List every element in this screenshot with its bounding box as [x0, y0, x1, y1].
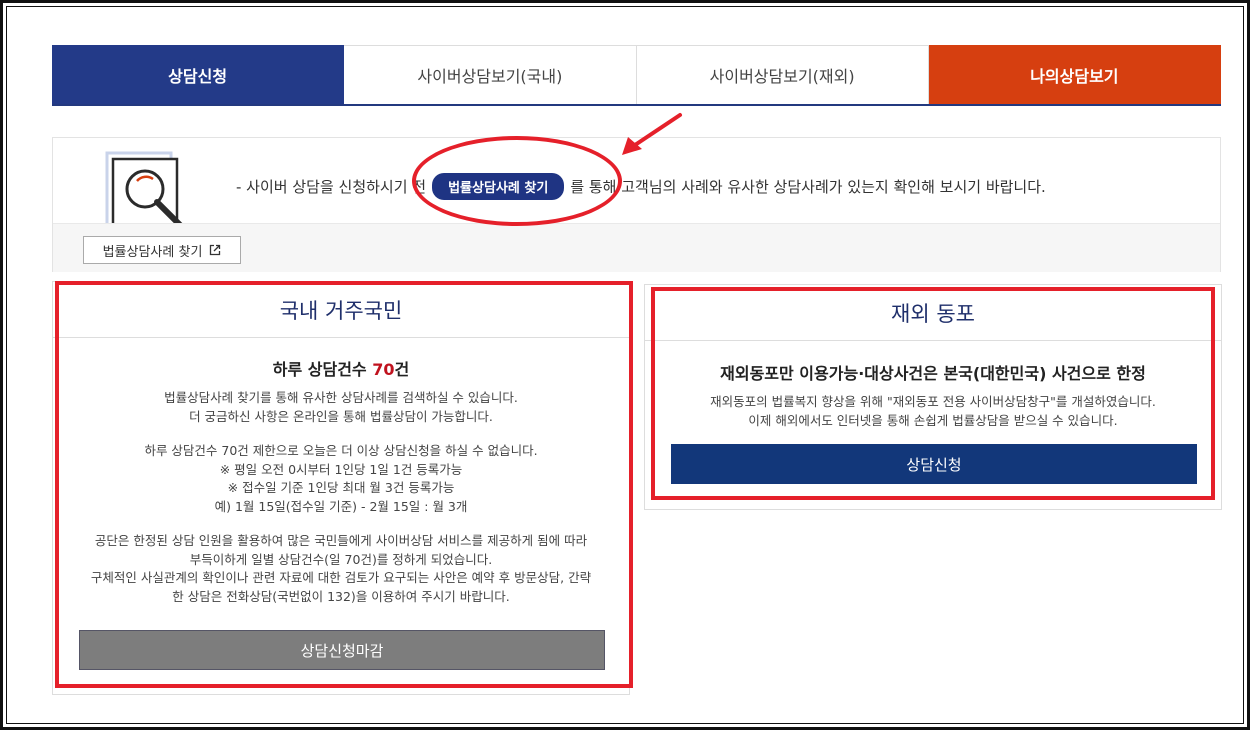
tab-bar: 상담신청 사이버상담보기(국내) 사이버상담보기(재외) 나의상담보기	[52, 45, 1221, 106]
tab-cyber-overseas[interactable]: 사이버상담보기(재외)	[636, 45, 929, 104]
tab-consult-apply[interactable]: 상담신청	[52, 45, 345, 104]
annotation-arrow-icon	[622, 113, 682, 155]
tab-cyber-domestic[interactable]: 사이버상담보기(국내)	[344, 45, 637, 104]
notice-text-after: 를 통해 고객님의 사례와 유사한 상담사례가 있는지 확인해 보시기 바랍니다…	[570, 178, 1046, 196]
document-search-icon	[103, 151, 203, 223]
notice-text: - 사이버 상담을 신청하시기 전 법률상담사례 찾기 를 통해 고객님의 사례…	[236, 173, 1046, 200]
annotation-ellipse	[412, 136, 622, 226]
case-search-link-label: 법률상담사례 찾기	[102, 244, 203, 260]
external-link-icon	[210, 244, 221, 256]
notice-bottom: 법률상담사례 찾기	[53, 223, 1220, 272]
notice-text-before: - 사이버 상담을 신청하시기 전	[236, 178, 427, 196]
annotation-box-left	[55, 281, 633, 688]
annotation-box-right	[651, 287, 1215, 500]
tab-my-consults[interactable]: 나의상담보기	[928, 45, 1221, 104]
case-search-link-button[interactable]: 법률상담사례 찾기	[83, 236, 241, 264]
